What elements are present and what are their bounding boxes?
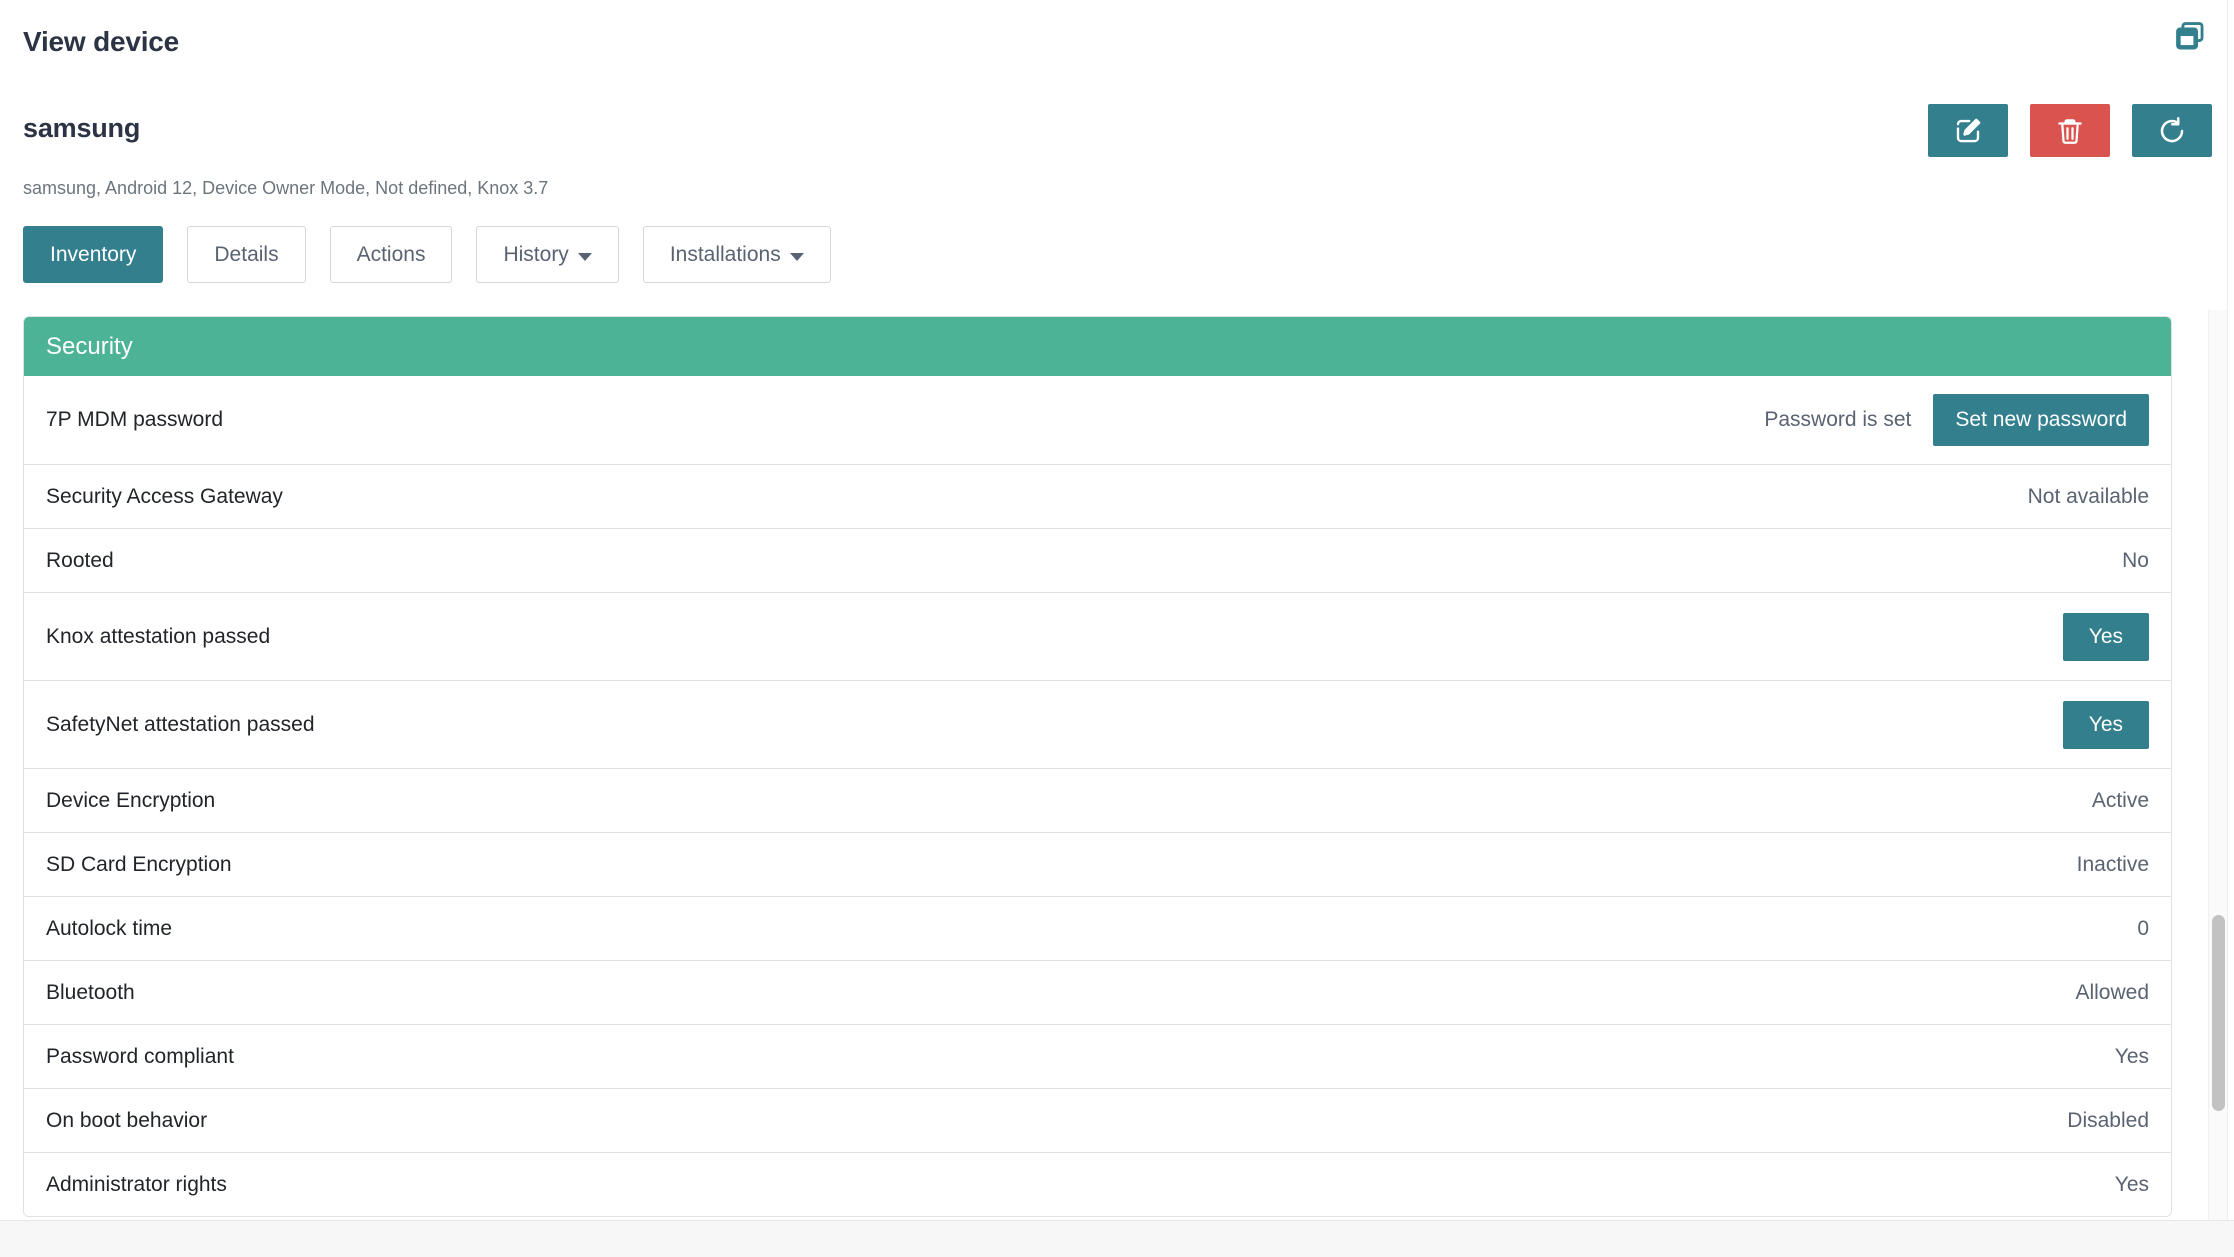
vertical-scrollbar[interactable] bbox=[2208, 310, 2227, 1220]
row-label: 7P MDM password bbox=[46, 408, 224, 431]
delete-device-button[interactable] bbox=[2030, 104, 2110, 157]
table-row: Autolock time 0 bbox=[24, 896, 2171, 960]
trash-icon bbox=[2058, 118, 2082, 144]
security-rows: 7P MDM password Password is set Set new pa… bbox=[24, 376, 2171, 1216]
row-value-text: 0 bbox=[2137, 916, 2149, 940]
row-value: Disabled bbox=[2051, 1109, 2149, 1133]
device-tabs: Inventory Details Actions History Instal… bbox=[23, 226, 831, 283]
refresh-icon bbox=[2160, 116, 2184, 142]
set-new-password-button[interactable]: Set new password bbox=[1933, 394, 2149, 446]
top-bar: View device bbox=[0, 0, 2234, 77]
restore-window-icon[interactable] bbox=[2168, 14, 2212, 58]
row-label: Security Access Gateway bbox=[46, 484, 283, 508]
row-yes-button[interactable]: Yes bbox=[2062, 612, 2149, 661]
row-value-text: Password is set bbox=[1764, 408, 1912, 431]
row-value: Yes bbox=[2062, 700, 2149, 749]
row-label: Knox attestation passed bbox=[46, 624, 271, 648]
tab-actions-label: Actions bbox=[356, 242, 426, 266]
row-value: Yes bbox=[2099, 1045, 2149, 1069]
row-value-text: Inactive bbox=[2076, 852, 2149, 876]
device-action-buttons bbox=[1928, 104, 2212, 157]
page-title: View device bbox=[23, 26, 180, 57]
table-row: Password compliant Yes bbox=[24, 1024, 2171, 1088]
table-row: Administrator rights Yes bbox=[24, 1152, 2171, 1216]
row-label: SD Card Encryption bbox=[46, 852, 232, 876]
table-row: SafetyNet attestation passed Yes bbox=[24, 680, 2171, 768]
security-panel-title: Security bbox=[24, 317, 2171, 376]
row-yes-button[interactable]: Yes bbox=[2062, 700, 2149, 749]
table-row: 7P MDM password Password is set Set new pa… bbox=[24, 376, 2171, 464]
table-row: On boot behavior Disabled bbox=[24, 1088, 2171, 1152]
row-value-text: Active bbox=[2091, 788, 2149, 812]
row-value: Not available bbox=[2012, 485, 2149, 509]
row-value-text: No bbox=[2122, 548, 2149, 572]
row-label: Password compliant bbox=[46, 1044, 234, 1068]
table-row: Knox attestation passed Yes bbox=[24, 592, 2171, 680]
row-value: No bbox=[2106, 549, 2149, 573]
vertical-scrollbar-thumb[interactable] bbox=[2212, 915, 2225, 1111]
tab-actions[interactable]: Actions bbox=[329, 226, 453, 283]
table-row: Rooted No bbox=[24, 528, 2171, 592]
row-label: Device Encryption bbox=[46, 788, 216, 812]
row-value: Yes bbox=[2099, 1173, 2149, 1197]
view-device-page: View device samsung samsung, Android 12,… bbox=[0, 0, 2234, 1257]
tab-installations[interactable]: Installations bbox=[642, 226, 831, 283]
row-value-text: Yes bbox=[2114, 1172, 2149, 1196]
row-value-text: Not available bbox=[2027, 484, 2149, 508]
inventory-scroll-region[interactable]: Security 7P MDM password Password is set S… bbox=[0, 310, 2234, 1220]
row-value: Password is set Set new password bbox=[1748, 394, 2149, 446]
row-label: Administrator rights bbox=[46, 1172, 227, 1196]
tab-history[interactable]: History bbox=[476, 226, 619, 283]
row-value-text: Allowed bbox=[2075, 980, 2149, 1004]
chevron-down-icon bbox=[577, 252, 592, 261]
tab-inventory-label: Inventory bbox=[50, 242, 137, 266]
device-name: samsung bbox=[23, 113, 141, 143]
edit-device-button[interactable] bbox=[1928, 104, 2008, 157]
security-panel: Security 7P MDM password Password is set S… bbox=[23, 316, 2172, 1217]
right-gutter bbox=[2227, 0, 2234, 1220]
table-row: Bluetooth Allowed bbox=[24, 960, 2171, 1024]
tab-installations-label: Installations bbox=[669, 242, 781, 266]
row-label: Autolock time bbox=[46, 916, 173, 940]
tab-history-label: History bbox=[503, 242, 569, 266]
row-label: SafetyNet attestation passed bbox=[46, 712, 315, 736]
device-subtitle: samsung, Android 12, Device Owner Mode, … bbox=[23, 178, 549, 198]
edit-pencil-icon bbox=[1956, 118, 1981, 142]
row-label: Rooted bbox=[46, 548, 114, 572]
tab-details-label: Details bbox=[214, 242, 279, 266]
row-label: On boot behavior bbox=[46, 1108, 208, 1132]
row-value: Active bbox=[2076, 789, 2149, 813]
tab-inventory[interactable]: Inventory bbox=[23, 226, 164, 283]
row-value: Allowed bbox=[2059, 981, 2149, 1005]
row-value: Inactive bbox=[2061, 853, 2149, 877]
row-value: 0 bbox=[2121, 917, 2149, 941]
refresh-device-button[interactable] bbox=[2132, 104, 2212, 157]
table-row: Device Encryption Active bbox=[24, 768, 2171, 832]
row-value: Yes bbox=[2062, 612, 2149, 661]
row-value-text: Disabled bbox=[2067, 1108, 2149, 1132]
tab-details[interactable]: Details bbox=[187, 226, 306, 283]
row-value-text: Yes bbox=[2114, 1044, 2149, 1068]
table-row: SD Card Encryption Inactive bbox=[24, 832, 2171, 896]
table-row: Security Access Gateway Not available bbox=[24, 464, 2171, 528]
row-label: Bluetooth bbox=[46, 980, 135, 1004]
bottom-strip bbox=[0, 1220, 2234, 1257]
chevron-down-icon bbox=[789, 252, 804, 261]
